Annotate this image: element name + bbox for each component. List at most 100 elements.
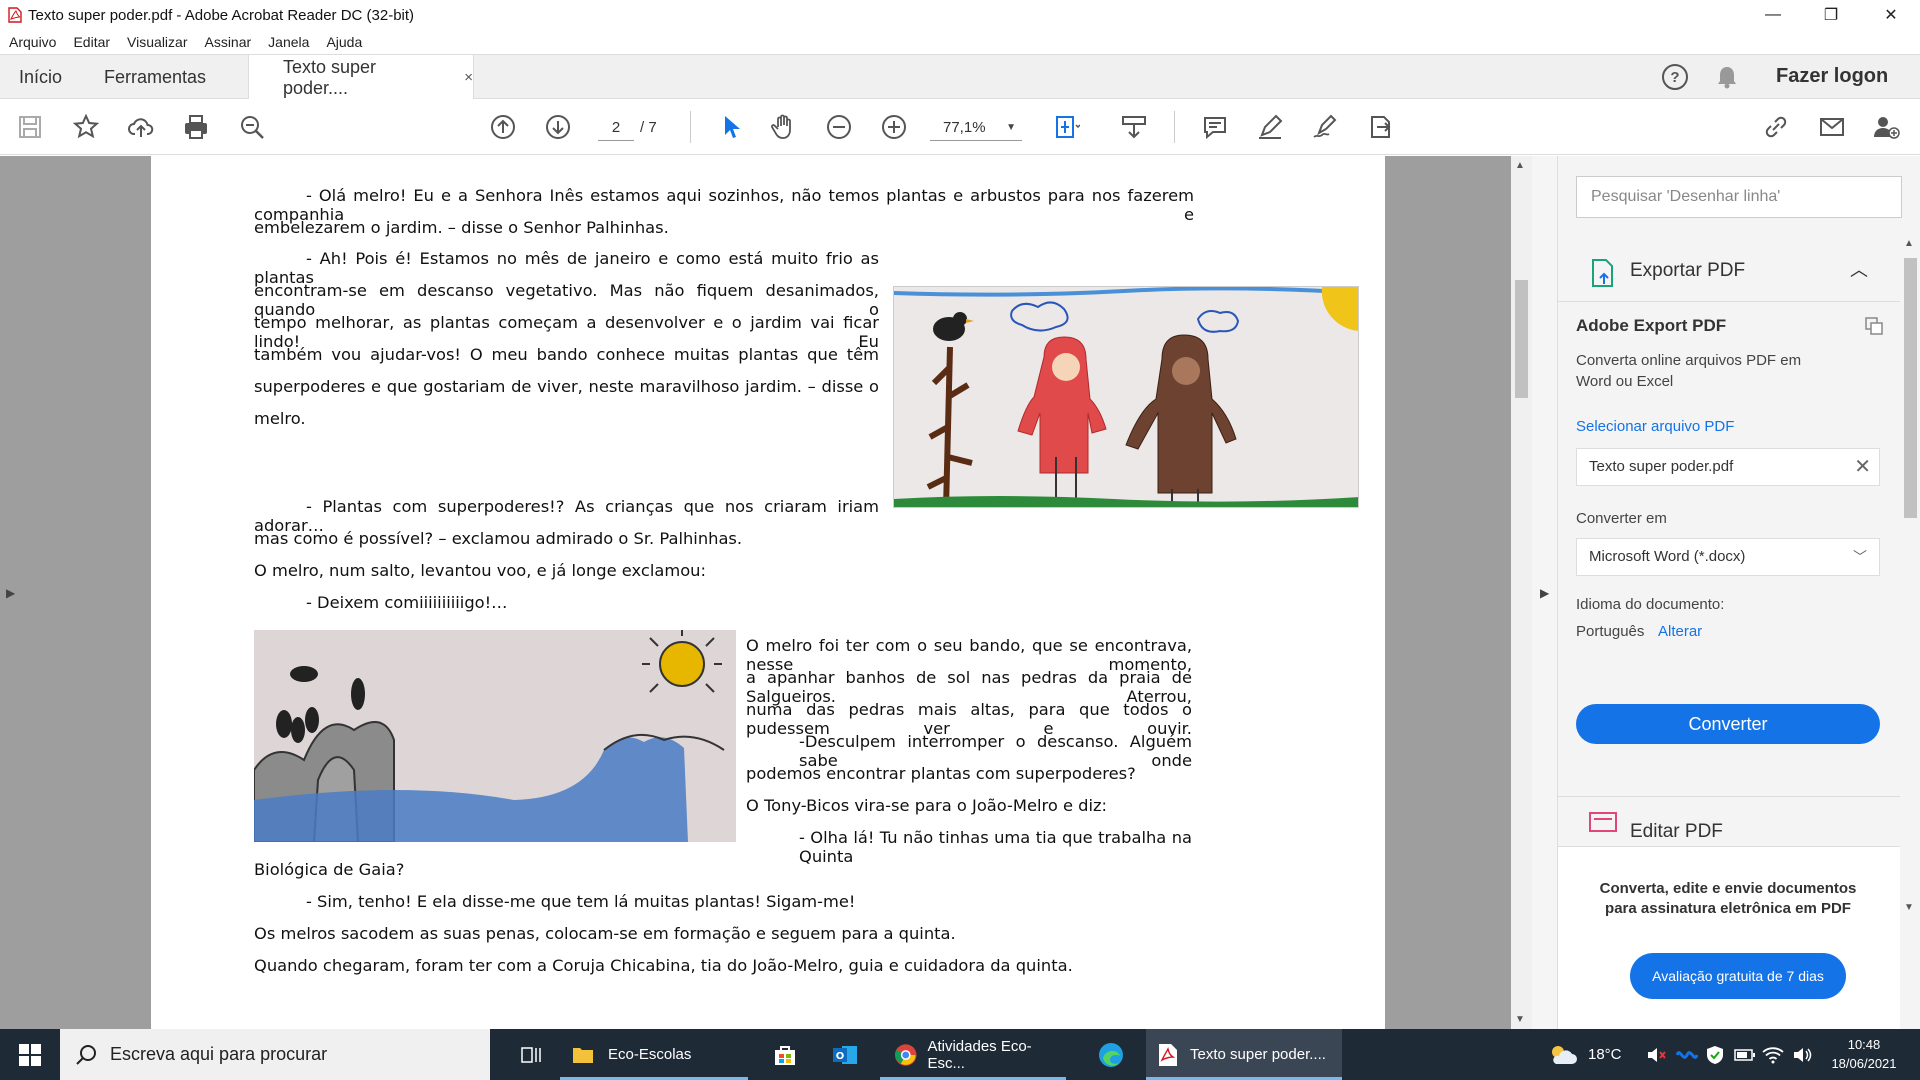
outlook-icon[interactable]: O	[820, 1029, 870, 1080]
convert-format-select[interactable]: Microsoft Word (*.docx) ﹀	[1576, 538, 1880, 576]
menu-bar: Arquivo Editar Visualizar Assinar Janela…	[0, 30, 1920, 54]
taskbar-app-chrome[interactable]: Atividades Eco-Esc...	[880, 1029, 1066, 1080]
window-title: Texto super poder.pdf - Adobe Acrobat Re…	[28, 6, 415, 24]
login-button[interactable]: Fazer logon	[1776, 65, 1888, 88]
comment-icon[interactable]	[1199, 111, 1231, 143]
left-panel-toggle-icon[interactable]: ▶	[6, 586, 15, 600]
email-icon[interactable]	[1816, 111, 1848, 143]
chrome-icon	[894, 1043, 917, 1066]
taskbar-search-input[interactable]: Escreva aqui para procurar	[60, 1029, 490, 1080]
free-trial-button[interactable]: Avaliação gratuita de 7 dias	[1630, 953, 1846, 999]
chevron-up-icon[interactable]: ︿	[1850, 256, 1868, 282]
export-pdf-icon	[1592, 259, 1613, 287]
network-vpn-icon[interactable]	[1676, 1029, 1698, 1080]
hand-tool-icon[interactable]	[768, 111, 800, 143]
fit-page-icon[interactable]	[1050, 111, 1082, 143]
panel-scroll-thumb[interactable]	[1904, 258, 1917, 518]
edit-pdf-icon	[1589, 812, 1617, 832]
select-cursor-icon[interactable]	[715, 111, 747, 143]
convert-button[interactable]: Converter	[1576, 704, 1880, 744]
system-clock[interactable]: 10:48 18/06/2021	[1826, 1035, 1902, 1073]
document-area[interactable]: ▶ - Olá melro! Eu e a Senhora Inês estam…	[0, 156, 1532, 1029]
bookmark-star-icon[interactable]	[70, 111, 102, 143]
illustration-beach-rocks	[254, 630, 736, 842]
taskbar-search-placeholder: Escreva aqui para procurar	[110, 1044, 328, 1064]
scroll-down-icon[interactable]: ▼	[1515, 1014, 1525, 1025]
tools-search-input[interactable]: Pesquisar 'Desenhar linha'	[1576, 176, 1902, 218]
minimize-button[interactable]: —	[1744, 0, 1802, 30]
clear-file-icon[interactable]: ✕	[1854, 449, 1871, 485]
highlight-pen-icon[interactable]	[1254, 111, 1286, 143]
convert-to-label: Converter em	[1576, 510, 1667, 527]
menu-ajuda[interactable]: Ajuda	[326, 34, 362, 50]
print-icon[interactable]	[180, 111, 212, 143]
change-language-link[interactable]: Alterar	[1658, 623, 1702, 640]
tab-close-icon[interactable]: ×	[464, 69, 473, 86]
edge-icon[interactable]	[1086, 1029, 1136, 1080]
sign-icon[interactable]	[1309, 111, 1341, 143]
panel-scrollbar[interactable]: ▲ ▼	[1900, 238, 1920, 918]
paragraph-line: Quando chegaram, foram ter com a Coruja …	[254, 956, 1073, 975]
bell-icon[interactable]	[1714, 64, 1740, 90]
document-scrollbar[interactable]: ▲ ▼	[1511, 156, 1532, 1029]
title-bar: Texto super poder.pdf - Adobe Acrobat Re…	[0, 0, 1920, 30]
adobe-export-title: Adobe Export PDF	[1576, 316, 1727, 335]
toolbar: 2 / 7 77,1% ▼	[0, 99, 1920, 155]
wifi-icon[interactable]	[1762, 1029, 1784, 1080]
zoom-value: 77,1%	[943, 119, 986, 136]
tab-document[interactable]: Texto super poder.... ×	[248, 55, 474, 100]
tab-inicio[interactable]: Início	[19, 55, 62, 99]
paragraph-line: O Tony-Bicos vira-se para o João-Melro e…	[746, 796, 1108, 815]
copy-icon[interactable]	[1864, 316, 1884, 336]
save-icon[interactable]	[14, 111, 46, 143]
upload-cloud-icon[interactable]	[125, 111, 157, 143]
selected-file-field[interactable]: Texto super poder.pdf ✕	[1576, 448, 1880, 486]
taskbar-app-label: Texto super poder....	[1190, 1046, 1326, 1063]
speaker-muted-icon[interactable]	[1646, 1029, 1666, 1080]
next-page-icon[interactable]	[542, 111, 574, 143]
tab-ferramentas[interactable]: Ferramentas	[104, 55, 206, 99]
select-file-link[interactable]: Selecionar arquivo PDF	[1576, 418, 1734, 435]
help-icon[interactable]: ?	[1662, 64, 1688, 90]
previous-page-icon[interactable]	[487, 111, 519, 143]
menu-editar[interactable]: Editar	[73, 34, 110, 50]
taskbar-app-acrobat[interactable]: Texto super poder....	[1146, 1029, 1342, 1080]
pdf-page: - Olá melro! Eu e a Senhora Inês estamos…	[151, 156, 1385, 1029]
right-panel-collapse[interactable]: ▶	[1532, 156, 1558, 1029]
share-link-icon[interactable]	[1760, 111, 1792, 143]
zoom-select[interactable]: 77,1% ▼	[930, 115, 1022, 141]
zoom-in-icon[interactable]	[878, 111, 910, 143]
battery-icon[interactable]	[1734, 1029, 1756, 1080]
volume-icon[interactable]	[1792, 1029, 1812, 1080]
export-fill-icon[interactable]	[1364, 111, 1396, 143]
store-icon[interactable]	[760, 1029, 810, 1080]
security-shield-icon[interactable]	[1706, 1029, 1724, 1080]
export-pdf-header[interactable]: Exportar PDF ︿	[1558, 238, 1900, 302]
menu-janela[interactable]: Janela	[268, 34, 309, 50]
windows-start-icon[interactable]	[0, 1029, 60, 1080]
weather-widget[interactable]: 18°C	[1548, 1029, 1622, 1080]
scroll-mode-icon[interactable]	[1118, 111, 1150, 143]
taskbar: Escreva aqui para procurar Eco-Escolas O…	[0, 1029, 1920, 1080]
export-description: Word ou Excel	[1576, 373, 1674, 390]
menu-assinar[interactable]: Assinar	[204, 34, 251, 50]
task-view-icon[interactable]	[506, 1029, 556, 1080]
menu-arquivo[interactable]: Arquivo	[9, 34, 56, 50]
taskbar-app-eco-escolas[interactable]: Eco-Escolas	[560, 1029, 748, 1080]
scroll-up-icon[interactable]: ▲	[1904, 238, 1914, 249]
page-number-input[interactable]: 2	[598, 115, 634, 141]
scroll-up-icon[interactable]: ▲	[1515, 160, 1525, 171]
toolbar-divider	[690, 111, 691, 143]
close-window-button[interactable]: ✕	[1862, 0, 1920, 30]
edit-pdf-header[interactable]: Editar PDF	[1558, 796, 1900, 846]
paragraph-line: Biológica de Gaia?	[254, 860, 405, 879]
scroll-down-icon[interactable]: ▼	[1904, 902, 1914, 913]
zoom-search-icon[interactable]	[236, 111, 268, 143]
taskbar-app-label: Eco-Escolas	[608, 1046, 692, 1063]
scroll-thumb[interactable]	[1515, 280, 1528, 398]
add-user-icon[interactable]	[1870, 111, 1902, 143]
clock-time: 10:48	[1847, 1037, 1881, 1052]
restore-button[interactable]: ❐	[1802, 0, 1860, 30]
zoom-out-icon[interactable]	[823, 111, 855, 143]
menu-visualizar[interactable]: Visualizar	[127, 34, 187, 50]
